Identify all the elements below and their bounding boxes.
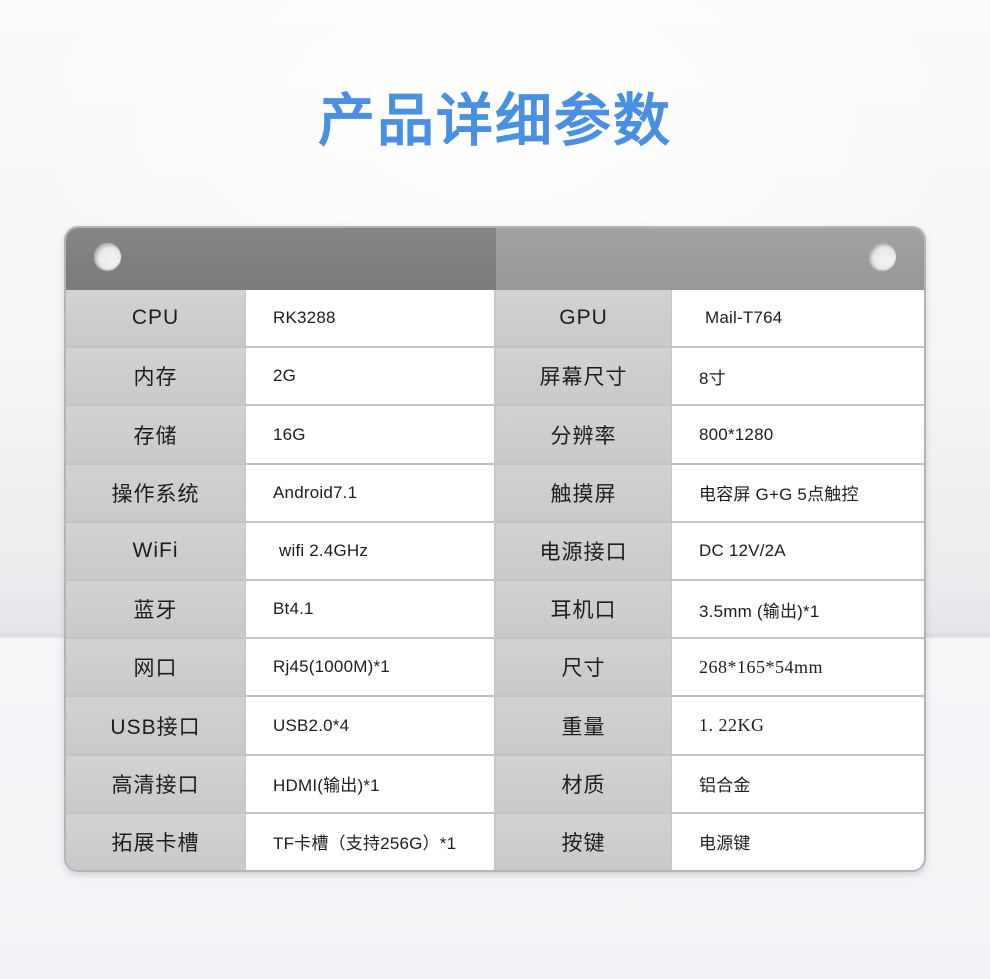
spec-column-left: CPU RK3288 内存 2G 存储 16G 操作系统 Android7.1 …	[66, 290, 496, 870]
table-row: 触摸屏 电容屏 G+G 5点触控	[496, 462, 924, 521]
spec-value: 16G	[246, 406, 494, 463]
spec-label: USB接口	[66, 697, 246, 754]
spec-value: Android7.1	[246, 464, 494, 521]
table-row: 存储 16G	[66, 404, 494, 463]
spec-label: 材质	[496, 755, 672, 812]
spec-label: 耳机口	[496, 581, 672, 638]
spec-label: WiFi	[66, 522, 246, 580]
spec-label: GPU	[496, 290, 672, 347]
table-row: USB接口 USB2.0*4	[66, 695, 494, 754]
table-row: 分辨率 800*1280	[496, 404, 924, 463]
spec-value: DC 12V/2A	[672, 522, 924, 580]
spec-label: 网口	[66, 639, 246, 696]
spec-value: 8寸	[672, 348, 924, 405]
spec-value: 电源键	[672, 813, 924, 870]
spec-value: 电容屏 G+G 5点触控	[672, 464, 924, 521]
spec-value: Mail-T764	[672, 290, 924, 347]
rivet-hole-left-icon	[94, 243, 121, 270]
table-row: 耳机口 3.5mm (输出)*1	[496, 579, 924, 638]
spec-column-right: GPU Mail-T764 屏幕尺寸 8寸 分辨率 800*1280 触摸屏 电…	[496, 290, 924, 870]
spec-value: RK3288	[246, 290, 494, 347]
spec-label: 拓展卡槽	[66, 813, 246, 870]
spec-label: 按键	[496, 813, 672, 870]
table-row: 操作系统 Android7.1	[66, 462, 494, 521]
spec-label: 触摸屏	[496, 464, 672, 521]
spec-label: 屏幕尺寸	[496, 348, 672, 405]
spec-label: 蓝牙	[66, 581, 246, 638]
table-row: 材质 铝合金	[496, 753, 924, 812]
panel-header	[66, 228, 924, 290]
table-row: 按键 电源键	[496, 811, 924, 870]
table-row: 内存 2G	[66, 346, 494, 405]
spec-grid: CPU RK3288 内存 2G 存储 16G 操作系统 Android7.1 …	[66, 290, 924, 870]
spec-label: 操作系统	[66, 464, 246, 521]
panel-header-left-band	[66, 228, 496, 290]
spec-label: 内存	[66, 348, 246, 405]
panel-header-right-band	[496, 228, 924, 290]
spec-label: 存储	[66, 406, 246, 463]
spec-value: wifi 2.4GHz	[246, 522, 494, 580]
spec-value: 1. 22KG	[672, 697, 924, 754]
spec-label: 尺寸	[496, 639, 672, 696]
spec-value: USB2.0*4	[246, 697, 494, 754]
table-row: 网口 Rj45(1000M)*1	[66, 637, 494, 696]
table-row: 屏幕尺寸 8寸	[496, 346, 924, 405]
spec-label: CPU	[66, 290, 246, 347]
spec-label: 电源接口	[496, 522, 672, 580]
table-row: 尺寸 268*165*54mm	[496, 637, 924, 696]
table-row: WiFi wifi 2.4GHz	[66, 520, 494, 580]
table-row: GPU Mail-T764	[496, 290, 924, 347]
spec-value: 268*165*54mm	[672, 639, 924, 696]
spec-value: 铝合金	[672, 755, 924, 812]
table-row: 拓展卡槽 TF卡槽（支持256G）*1	[66, 811, 494, 870]
spec-value: HDMI(输出)*1	[246, 755, 494, 812]
spec-value: Rj45(1000M)*1	[246, 639, 494, 696]
rivet-hole-right-icon	[869, 243, 896, 270]
table-row: 高清接口 HDMI(输出)*1	[66, 753, 494, 812]
spec-label: 分辨率	[496, 406, 672, 463]
spec-value: 2G	[246, 348, 494, 405]
spec-value: Bt4.1	[246, 581, 494, 638]
spec-value: TF卡槽（支持256G）*1	[246, 813, 494, 870]
table-row: 电源接口 DC 12V/2A	[496, 520, 924, 580]
spec-label: 高清接口	[66, 755, 246, 812]
table-row: CPU RK3288	[66, 290, 494, 347]
spec-label: 重量	[496, 697, 672, 754]
spec-panel: CPU RK3288 内存 2G 存储 16G 操作系统 Android7.1 …	[64, 226, 926, 872]
spec-value: 800*1280	[672, 406, 924, 463]
table-row: 蓝牙 Bt4.1	[66, 579, 494, 638]
page-title: 产品详细参数	[318, 88, 672, 154]
spec-value: 3.5mm (输出)*1	[672, 581, 924, 638]
table-row: 重量 1. 22KG	[496, 695, 924, 754]
